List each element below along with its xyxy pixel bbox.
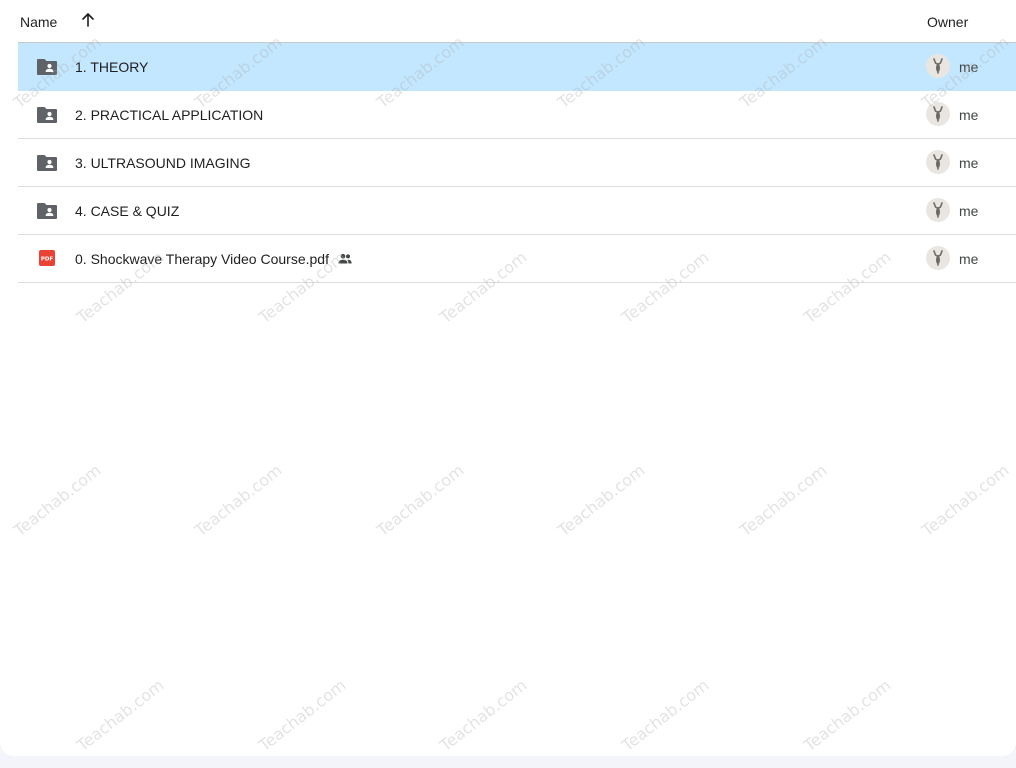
watermark: Teachab.com (73, 675, 168, 755)
deer-avatar-icon (933, 106, 943, 122)
name-column-header[interactable]: Name (20, 14, 57, 30)
list-item-practical-application[interactable]: 2. PRACTICAL APPLICATION me (18, 91, 1016, 139)
watermark: Teachab.com (618, 675, 713, 755)
deer-avatar-icon (933, 154, 943, 170)
shared-folder-icon (37, 203, 57, 219)
shared-folder-icon (37, 107, 57, 123)
owner-name: me (959, 59, 979, 75)
shared-folder-icon (37, 59, 57, 75)
list-item-case-quiz[interactable]: 4. CASE & QUIZ me (18, 187, 1016, 235)
people-shared-icon (338, 253, 352, 264)
watermark: Teachab.com (736, 460, 831, 540)
list-item-shockwave-pdf[interactable]: PDF 0. Shockwave Therapy Video Course.pd… (18, 235, 1016, 283)
svg-text:PDF: PDF (41, 257, 54, 263)
list-header: Name Owner (18, 0, 1016, 43)
owner-avatar (926, 150, 950, 174)
file-list: 1. THEORY me 2. PRACTICAL APPLICATION me… (18, 43, 1016, 283)
watermark: Teachab.com (373, 460, 468, 540)
file-name: 4. CASE & QUIZ (75, 203, 180, 219)
deer-avatar-icon (933, 250, 943, 266)
watermark: Teachab.com (800, 675, 895, 755)
deer-avatar-icon (933, 58, 943, 74)
file-name: 3. ULTRASOUND IMAGING (75, 155, 251, 171)
owner-avatar (926, 102, 950, 126)
owner-name: me (959, 203, 979, 219)
pdf-file-icon: PDF (39, 250, 55, 266)
owner-avatar (926, 246, 950, 270)
sort-ascending-button[interactable] (76, 8, 100, 32)
file-list-panel: Name Owner 1. THEORY me 2. PRACTICAL APP… (0, 0, 1016, 756)
watermark: Teachab.com (554, 460, 649, 540)
list-item-theory[interactable]: 1. THEORY me (18, 43, 1016, 91)
file-name: 1. THEORY (75, 59, 149, 75)
list-item-ultrasound-imaging[interactable]: 3. ULTRASOUND IMAGING me (18, 139, 1016, 187)
owner-name: me (959, 155, 979, 171)
watermark: Teachab.com (255, 675, 350, 755)
owner-avatar (926, 198, 950, 222)
deer-avatar-icon (933, 202, 943, 218)
file-name: 2. PRACTICAL APPLICATION (75, 107, 264, 123)
watermark: Teachab.com (191, 460, 286, 540)
arrow-up-icon (82, 13, 94, 27)
owner-avatar (926, 54, 950, 78)
file-name: 0. Shockwave Therapy Video Course.pdf (75, 251, 353, 267)
watermark: Teachab.com (918, 460, 1013, 540)
shared-folder-icon (37, 155, 57, 171)
watermark: Teachab.com (10, 460, 105, 540)
watermark: Teachab.com (436, 675, 531, 755)
owner-name: me (959, 251, 979, 267)
owner-column-header[interactable]: Owner (927, 14, 968, 30)
owner-name: me (959, 107, 979, 123)
